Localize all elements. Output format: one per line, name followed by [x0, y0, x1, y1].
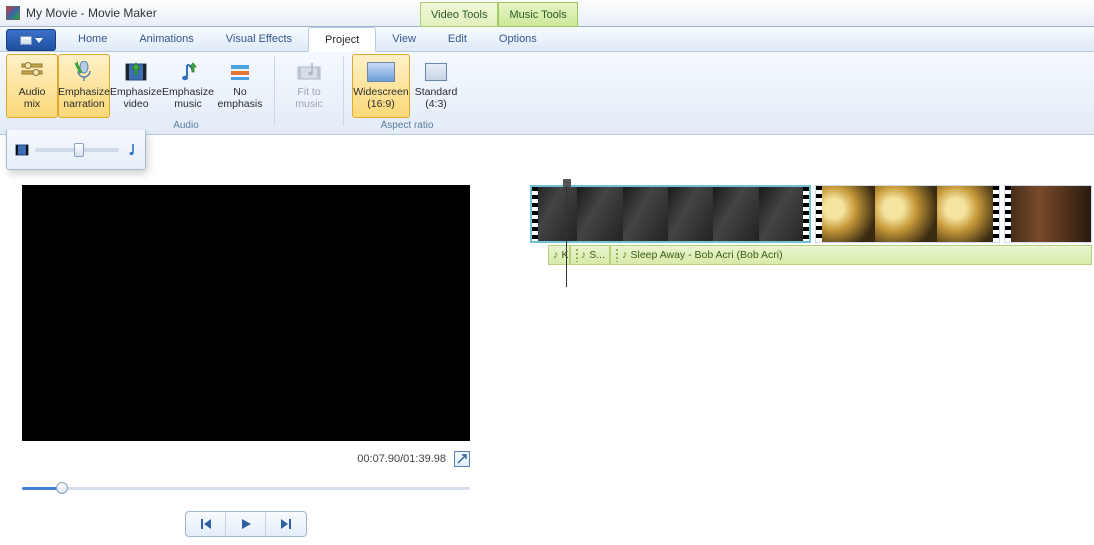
step-back-icon	[199, 518, 213, 530]
microphone-icon	[69, 59, 99, 85]
file-menu-icon	[20, 36, 32, 45]
no-emphasis-label-1: No	[233, 87, 246, 99]
emphasize-music-label-1: Emphasize	[162, 87, 214, 99]
context-tab-video-tools[interactable]: Video Tools	[420, 2, 498, 27]
music-note-icon: ♪	[581, 249, 587, 261]
audio-clip[interactable]: ♪ Sleep Away - Bob Acri (Bob Acri)	[610, 245, 1092, 265]
emphasize-narration-label-1: Emphasize	[58, 87, 110, 99]
tab-home[interactable]: Home	[62, 27, 123, 51]
title-bar: My Movie - Movie Maker Video Tools Music…	[0, 0, 1094, 27]
video-clip[interactable]	[530, 185, 811, 243]
film-up-icon	[121, 59, 151, 85]
audio-mix-button[interactable]: Audio mix	[6, 54, 58, 118]
audio-clip-label: K	[562, 249, 569, 261]
next-frame-button[interactable]	[266, 512, 306, 536]
window-title: My Movie - Movie Maker	[26, 6, 157, 20]
fit-to-music-icon	[294, 59, 324, 85]
video-icon	[15, 143, 29, 157]
emphasize-music-label-2: music	[174, 99, 201, 111]
ribbon: Audio mix Emphasize narration Emphasize …	[0, 52, 1094, 135]
contextual-tabs: Video Tools Music Tools	[420, 0, 578, 27]
tab-animations[interactable]: Animations	[123, 27, 209, 51]
fit-to-music-button: Fit to music	[283, 54, 335, 118]
ribbon-group-audio: Audio mix Emphasize narration Emphasize …	[0, 52, 270, 134]
emphasize-video-label-1: Emphasize	[110, 87, 162, 99]
chevron-down-icon	[35, 38, 43, 43]
standard-button[interactable]: Standard (4:3)	[410, 54, 462, 118]
music-note-icon: ♪	[553, 249, 559, 261]
emphasize-narration-label-2: narration	[63, 99, 104, 111]
music-note-icon	[125, 143, 137, 157]
play-button[interactable]	[226, 512, 266, 536]
timeline-pane: ♪ K ♪ S... ♪ Sleep Away - Bob Acri (Bob …	[500, 135, 1094, 545]
ribbon-separator	[343, 56, 344, 126]
expand-icon	[457, 454, 467, 464]
drag-handle-icon[interactable]	[615, 248, 619, 262]
audio-mix-icon	[17, 59, 47, 85]
audio-track[interactable]: ♪ K ♪ S... ♪ Sleep Away - Bob Acri (Bob …	[530, 245, 1092, 265]
audio-mix-slider[interactable]	[35, 148, 119, 152]
fullscreen-button[interactable]	[454, 451, 470, 467]
playhead[interactable]	[566, 181, 567, 287]
standard-label-1: Standard	[415, 87, 458, 99]
widescreen-label-2: (16:9)	[367, 99, 394, 111]
file-menu-button[interactable]	[6, 29, 56, 51]
time-row: 00:07.90/01:39.98	[22, 451, 470, 467]
no-emphasis-button[interactable]: No emphasis	[214, 54, 266, 118]
audio-clip[interactable]: ♪ S...	[570, 245, 610, 265]
emphasize-video-button[interactable]: Emphasize video	[110, 54, 162, 118]
audio-clip-label: S...	[589, 249, 605, 261]
seek-rail	[22, 487, 470, 490]
group-label-aspect: Aspect ratio	[352, 118, 462, 132]
equal-bars-icon	[225, 59, 255, 85]
music-note-icon: ♪	[622, 249, 628, 261]
widescreen-label-1: Widescreen	[353, 87, 408, 99]
widescreen-button[interactable]: Widescreen (16:9)	[352, 54, 410, 118]
transport-controls	[22, 511, 470, 537]
seek-bar[interactable]	[22, 481, 470, 495]
standard-label-2: (4:3)	[425, 99, 447, 111]
fit-to-music-label-2: music	[295, 99, 322, 111]
preview-pane: 00:07.90/01:39.98	[0, 135, 500, 545]
context-tab-music-tools[interactable]: Music Tools	[498, 2, 577, 27]
emphasize-music-button[interactable]: Emphasize music	[162, 54, 214, 118]
slider-thumb[interactable]	[74, 143, 84, 157]
playback-time: 00:07.90/01:39.98	[357, 453, 446, 465]
audio-clip-label: Sleep Away - Bob Acri (Bob Acri)	[631, 249, 783, 261]
timeline[interactable]: ♪ K ♪ S... ♪ Sleep Away - Bob Acri (Bob …	[530, 185, 1092, 265]
ribbon-separator	[274, 56, 275, 126]
drag-handle-icon[interactable]	[575, 248, 578, 262]
content-area: 00:07.90/01:39.98	[0, 135, 1094, 545]
app-icon	[6, 6, 20, 20]
ribbon-group-fit: Fit to music	[279, 52, 339, 134]
music-note-up-icon	[173, 59, 203, 85]
tab-project[interactable]: Project	[308, 27, 376, 52]
video-preview[interactable]	[22, 185, 470, 441]
fit-to-music-label-1: Fit to	[297, 87, 320, 99]
audio-mix-label-2: mix	[24, 99, 40, 111]
prev-frame-button[interactable]	[186, 512, 226, 536]
seek-handle[interactable]	[56, 482, 68, 494]
group-label-audio: Audio	[156, 118, 216, 132]
video-clip[interactable]	[1004, 185, 1092, 243]
video-clip[interactable]	[815, 185, 1000, 243]
tab-options[interactable]: Options	[483, 27, 553, 51]
seek-fill	[22, 487, 60, 490]
tab-edit[interactable]: Edit	[432, 27, 483, 51]
tab-visual-effects[interactable]: Visual Effects	[210, 27, 308, 51]
audio-mix-label-1: Audio	[19, 87, 46, 99]
ribbon-group-aspect: Widescreen (16:9) Standard (4:3) Aspect …	[348, 52, 466, 134]
tab-view[interactable]: View	[376, 27, 432, 51]
step-forward-icon	[279, 518, 293, 530]
no-emphasis-label-2: emphasis	[218, 99, 263, 111]
video-track[interactable]	[530, 185, 1092, 243]
widescreen-icon	[366, 59, 396, 85]
ribbon-tab-row: Home Animations Visual Effects Project V…	[0, 27, 1094, 52]
emphasize-video-label-2: video	[123, 99, 148, 111]
play-icon	[240, 518, 252, 530]
standard-icon	[421, 59, 451, 85]
emphasize-narration-button[interactable]: Emphasize narration	[58, 54, 110, 118]
audio-mix-slider-panel[interactable]	[6, 130, 146, 170]
